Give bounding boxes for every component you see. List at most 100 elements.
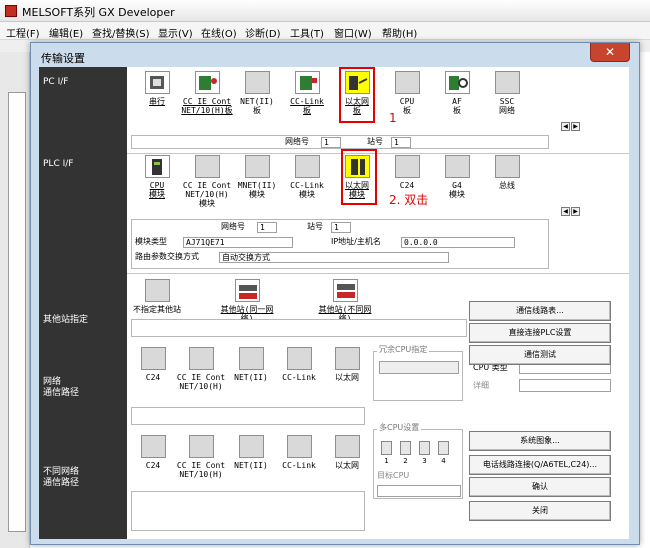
diff-route-cc-ie-icon[interactable] — [189, 435, 214, 458]
label-pc-if: PC I/F — [43, 77, 69, 87]
cc-ie-board-icon[interactable] — [195, 71, 220, 94]
cc-link-module-icon[interactable] — [295, 155, 320, 178]
route-cc-ie-icon[interactable] — [189, 347, 214, 370]
phone-line-button[interactable]: 电话线路连接(Q/A6TEL,C24)... — [469, 455, 611, 475]
label-other-station: 其他站指定 — [43, 315, 89, 325]
app-title: MELSOFT系列 GX Developer — [22, 6, 175, 19]
menu-project[interactable]: 工程(F) — [6, 25, 40, 40]
multi-cpu-slot[interactable] — [438, 441, 449, 455]
transfer-setup-dialog: 传输设置 ✕ PC I/F PLC I/F 其他站指定 网络 通信路径 不同网络… — [30, 42, 640, 545]
menu-diagnostics[interactable]: 诊断(D) — [245, 25, 281, 40]
route-ethernet-icon[interactable] — [335, 347, 360, 370]
pc-if-network-no-label: 网络号 — [285, 137, 309, 146]
system-image-button[interactable]: 系统图象... — [469, 431, 611, 451]
no-other-station-icon[interactable] — [145, 279, 170, 302]
other-station-field[interactable] — [131, 319, 467, 337]
network-route-field[interactable] — [131, 407, 365, 425]
comm-route-table-button[interactable]: 通信线路表... — [469, 301, 611, 321]
divider — [127, 153, 629, 154]
cpu-detail-field[interactable] — [519, 379, 611, 392]
ip-address-label: IP地址/主机名 — [331, 237, 381, 246]
pc-if-network-no-field[interactable]: 1 — [321, 137, 341, 148]
section-labels-panel: PC I/F PLC I/F 其他站指定 网络 通信路径 不同网络 通信路径 — [39, 67, 127, 539]
direct-plc-button[interactable]: 直接连接PLC设置 — [469, 323, 611, 343]
multi-cpu-label: 多CPU设置 — [377, 423, 422, 433]
route-net-ii-icon[interactable] — [239, 347, 264, 370]
dialog-content: 串行 CC IE Cont NET/10(H)板 NET(II) 板 CC-Li… — [127, 67, 629, 539]
plc-if-bus-label: 总线 — [499, 181, 515, 190]
redundant-cpu-group — [373, 351, 463, 401]
comm-test-button[interactable]: 通信测试 — [469, 345, 611, 365]
annotation-step-1: 1 — [389, 111, 397, 125]
serial-port-icon[interactable] — [145, 71, 170, 94]
app-menu-bar: 工程(F) 编辑(E) 查找/替换(S) 显示(V) 在线(O) 诊断(D) 工… — [0, 22, 650, 40]
redundant-cpu-label: 冗余CPU指定 — [377, 345, 430, 355]
plc-if-station-no-label: 站号 — [307, 222, 323, 231]
project-tree — [8, 92, 26, 532]
route-exchange-field[interactable]: 自动交换方式 — [219, 252, 449, 263]
diff-route-net-ii-icon[interactable] — [239, 435, 264, 458]
divider — [127, 273, 629, 274]
label-diff-network-route: 不同网络 通信路径 — [43, 467, 80, 488]
af-board-icon[interactable] — [445, 71, 470, 94]
app-project-pane — [0, 52, 30, 548]
menu-edit[interactable]: 编辑(E) — [49, 25, 83, 40]
route-exchange-label: 路由参数交换方式 — [135, 252, 199, 261]
multi-cpu-number: 3 — [422, 457, 427, 465]
net-ii-board-icon[interactable] — [245, 71, 270, 94]
dialog-title: 传输设置 — [41, 52, 85, 65]
plc-if-network-no-label: 网络号 — [221, 222, 245, 231]
diff-route-ethernet-label: 以太网 — [335, 461, 359, 470]
menu-tools[interactable]: 工具(T) — [290, 25, 324, 40]
ssc-network-icon[interactable] — [495, 71, 520, 94]
cc-link-board-icon[interactable] — [295, 71, 320, 94]
module-type-field[interactable]: AJ71QE71 — [183, 237, 293, 248]
highlight-ethernet-board — [339, 67, 375, 123]
scroll-right-icon[interactable]: ▶ — [571, 207, 580, 216]
annotation-step-2: 2. 双击 — [389, 193, 429, 207]
cpu-detail-label: 详细 — [473, 381, 489, 390]
ok-button[interactable]: 确认 — [469, 477, 611, 497]
plc-if-station-no-field[interactable]: 1 — [331, 222, 351, 233]
scroll-left-icon[interactable]: ◀ — [561, 122, 570, 131]
bus-icon[interactable] — [495, 155, 520, 178]
menu-window[interactable]: 窗口(W) — [334, 25, 372, 40]
same-network-station-icon[interactable] — [235, 279, 260, 302]
multi-cpu-slot[interactable] — [381, 441, 392, 455]
ip-address-field[interactable]: 0.0.0.0 — [401, 237, 515, 248]
cc-ie-module-icon[interactable] — [195, 155, 220, 178]
diff-network-station-icon[interactable] — [333, 279, 358, 302]
c24-module-icon[interactable] — [395, 155, 420, 178]
pc-if-station-no-field[interactable]: 1 — [391, 137, 411, 148]
app-title-bar: MELSOFT系列 GX Developer — [0, 0, 650, 22]
cpu-module-icon[interactable] — [145, 155, 170, 178]
target-cpu-field[interactable] — [377, 485, 461, 497]
diff-route-ethernet-icon[interactable] — [335, 435, 360, 458]
route-cc-link-icon[interactable] — [287, 347, 312, 370]
highlight-ethernet-module — [341, 149, 377, 205]
pc-if-ssc-label: SSC 网络 — [499, 97, 515, 115]
redundant-cpu-select[interactable] — [379, 361, 459, 374]
menu-view[interactable]: 显示(V) — [158, 25, 193, 40]
scroll-right-icon[interactable]: ▶ — [571, 122, 580, 131]
diff-route-c24-icon[interactable] — [141, 435, 166, 458]
route-c24-icon[interactable] — [141, 347, 166, 370]
close-button[interactable]: 关闭 — [469, 501, 611, 521]
diff-route-cc-link-icon[interactable] — [287, 435, 312, 458]
plc-if-network-no-field[interactable]: 1 — [257, 222, 277, 233]
multi-cpu-number: 1 — [384, 457, 389, 465]
multi-cpu-number: 4 — [441, 457, 446, 465]
cpu-board-icon[interactable] — [395, 71, 420, 94]
multi-cpu-slot[interactable] — [419, 441, 430, 455]
diff-network-route-field[interactable] — [131, 491, 365, 531]
target-cpu-label: 目标CPU — [377, 471, 410, 480]
menu-find-replace[interactable]: 查找/替换(S) — [92, 25, 150, 40]
g4-module-icon[interactable] — [445, 155, 470, 178]
mnet-ii-module-icon[interactable] — [245, 155, 270, 178]
scroll-left-icon[interactable]: ◀ — [561, 207, 570, 216]
close-icon[interactable]: ✕ — [590, 43, 630, 62]
other-none-label: 不指定其他站 — [133, 305, 181, 314]
menu-help[interactable]: 帮助(H) — [382, 25, 417, 40]
menu-online[interactable]: 在线(O) — [201, 25, 237, 40]
multi-cpu-slot[interactable] — [400, 441, 411, 455]
